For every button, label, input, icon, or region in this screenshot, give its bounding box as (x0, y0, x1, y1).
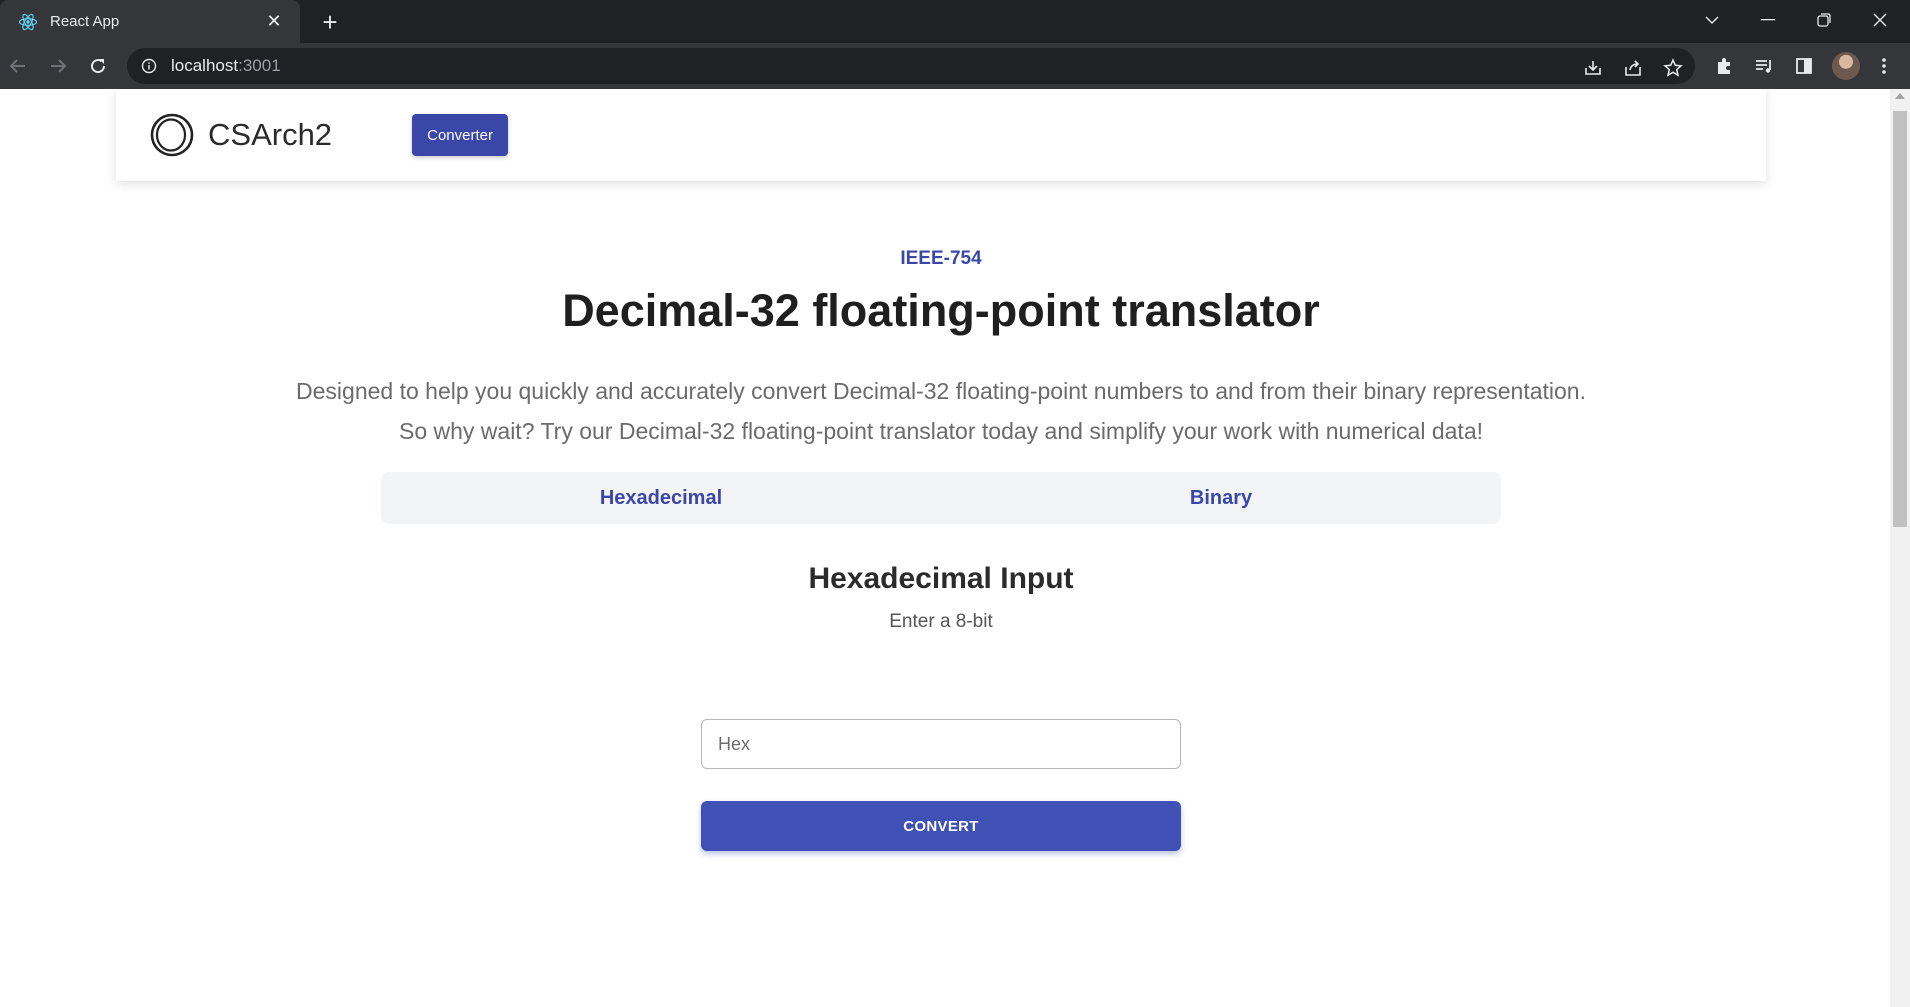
logo-rings-icon (150, 113, 194, 157)
url-text: localhost:3001 (171, 56, 281, 76)
form-subtitle: Enter a 8-bit (889, 611, 993, 632)
tab-search-icon[interactable] (1684, 0, 1740, 40)
react-icon (18, 12, 38, 32)
forward-icon[interactable] (44, 52, 72, 80)
site-info-icon[interactable] (139, 56, 159, 76)
brand-name: CSArch2 (208, 117, 333, 152)
page-title: Decimal-32 floating-point translator (562, 285, 1320, 336)
menu-icon[interactable] (1872, 54, 1896, 78)
standard-label: IEEE-754 (900, 248, 982, 269)
page-description: Designed to help you quickly and accurat… (0, 371, 1882, 451)
reload-icon[interactable] (84, 52, 112, 80)
convert-button[interactable]: CONVERT (701, 801, 1181, 851)
extensions-icon[interactable] (1712, 54, 1736, 78)
address-bar[interactable]: localhost:3001 (127, 48, 1695, 84)
tab-hexadecimal[interactable]: Hexadecimal (381, 472, 941, 524)
profile-avatar[interactable] (1832, 52, 1860, 80)
restore-icon[interactable] (1796, 0, 1852, 40)
back-icon[interactable] (4, 52, 32, 80)
minimize-icon[interactable] (1740, 0, 1796, 40)
description-line-1: Designed to help you quickly and accurat… (296, 378, 1586, 404)
window-close-icon[interactable] (1852, 0, 1908, 40)
mode-tabs: Hexadecimal Binary (381, 472, 1501, 524)
media-queue-icon[interactable] (1752, 54, 1776, 78)
description-line-2: So why wait? Try our Decimal-32 floating… (398, 418, 1484, 444)
browser-toolbar: localhost:3001 (0, 43, 1910, 89)
browser-tab[interactable]: React App ✕ (0, 0, 300, 43)
page-viewport: CSArch2 Converter IEEE-754 Decimal-32 fl… (0, 89, 1910, 1007)
hex-input[interactable] (701, 719, 1181, 769)
url-port: :3001 (238, 56, 281, 75)
scroll-up-arrow-icon[interactable] (1895, 93, 1905, 99)
share-icon[interactable] (1621, 56, 1645, 80)
url-host: localhost (171, 56, 239, 75)
tab-close-icon[interactable]: ✕ (262, 10, 286, 34)
scrollbar-thumb[interactable] (1893, 111, 1907, 527)
install-icon[interactable] (1581, 56, 1605, 80)
app-header: CSArch2 Converter (116, 89, 1766, 181)
bookmark-star-icon[interactable] (1661, 56, 1685, 80)
browser-tabstrip: React App ✕ + (0, 0, 1910, 43)
converter-nav-button[interactable]: Converter (412, 114, 509, 156)
tab-title: React App (50, 13, 120, 30)
tab-binary[interactable]: Binary (941, 472, 1501, 524)
new-tab-icon[interactable]: + (316, 7, 344, 37)
side-panel-icon[interactable] (1792, 54, 1816, 78)
page-scrollbar[interactable] (1890, 89, 1910, 1007)
form-title: Hexadecimal Input (808, 562, 1074, 595)
